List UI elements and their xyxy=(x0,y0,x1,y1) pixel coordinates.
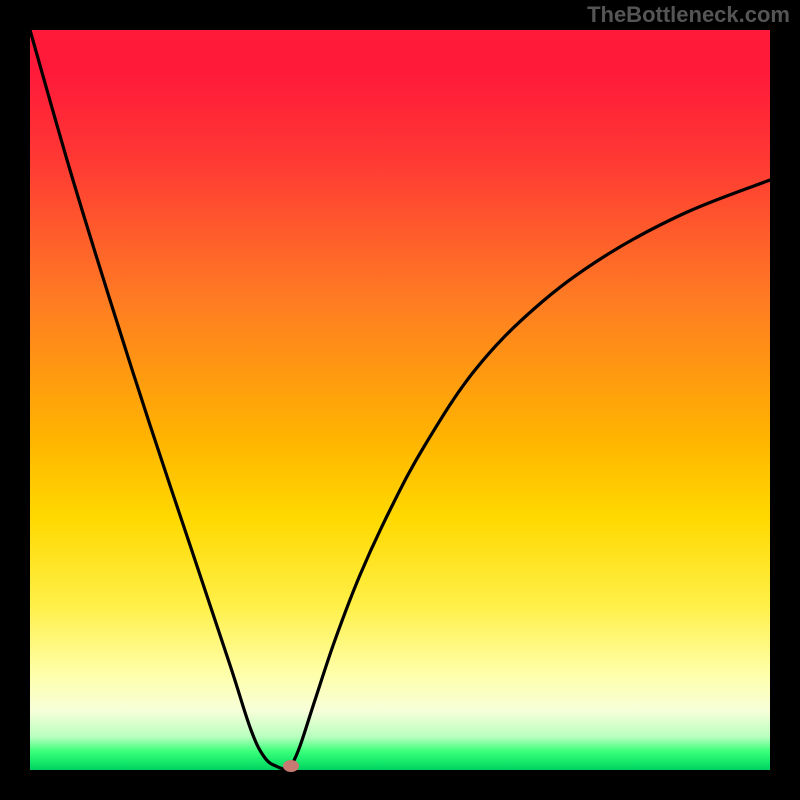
plot-background xyxy=(30,30,770,770)
minimum-marker xyxy=(283,760,299,772)
watermark-text: TheBottleneck.com xyxy=(587,2,790,28)
